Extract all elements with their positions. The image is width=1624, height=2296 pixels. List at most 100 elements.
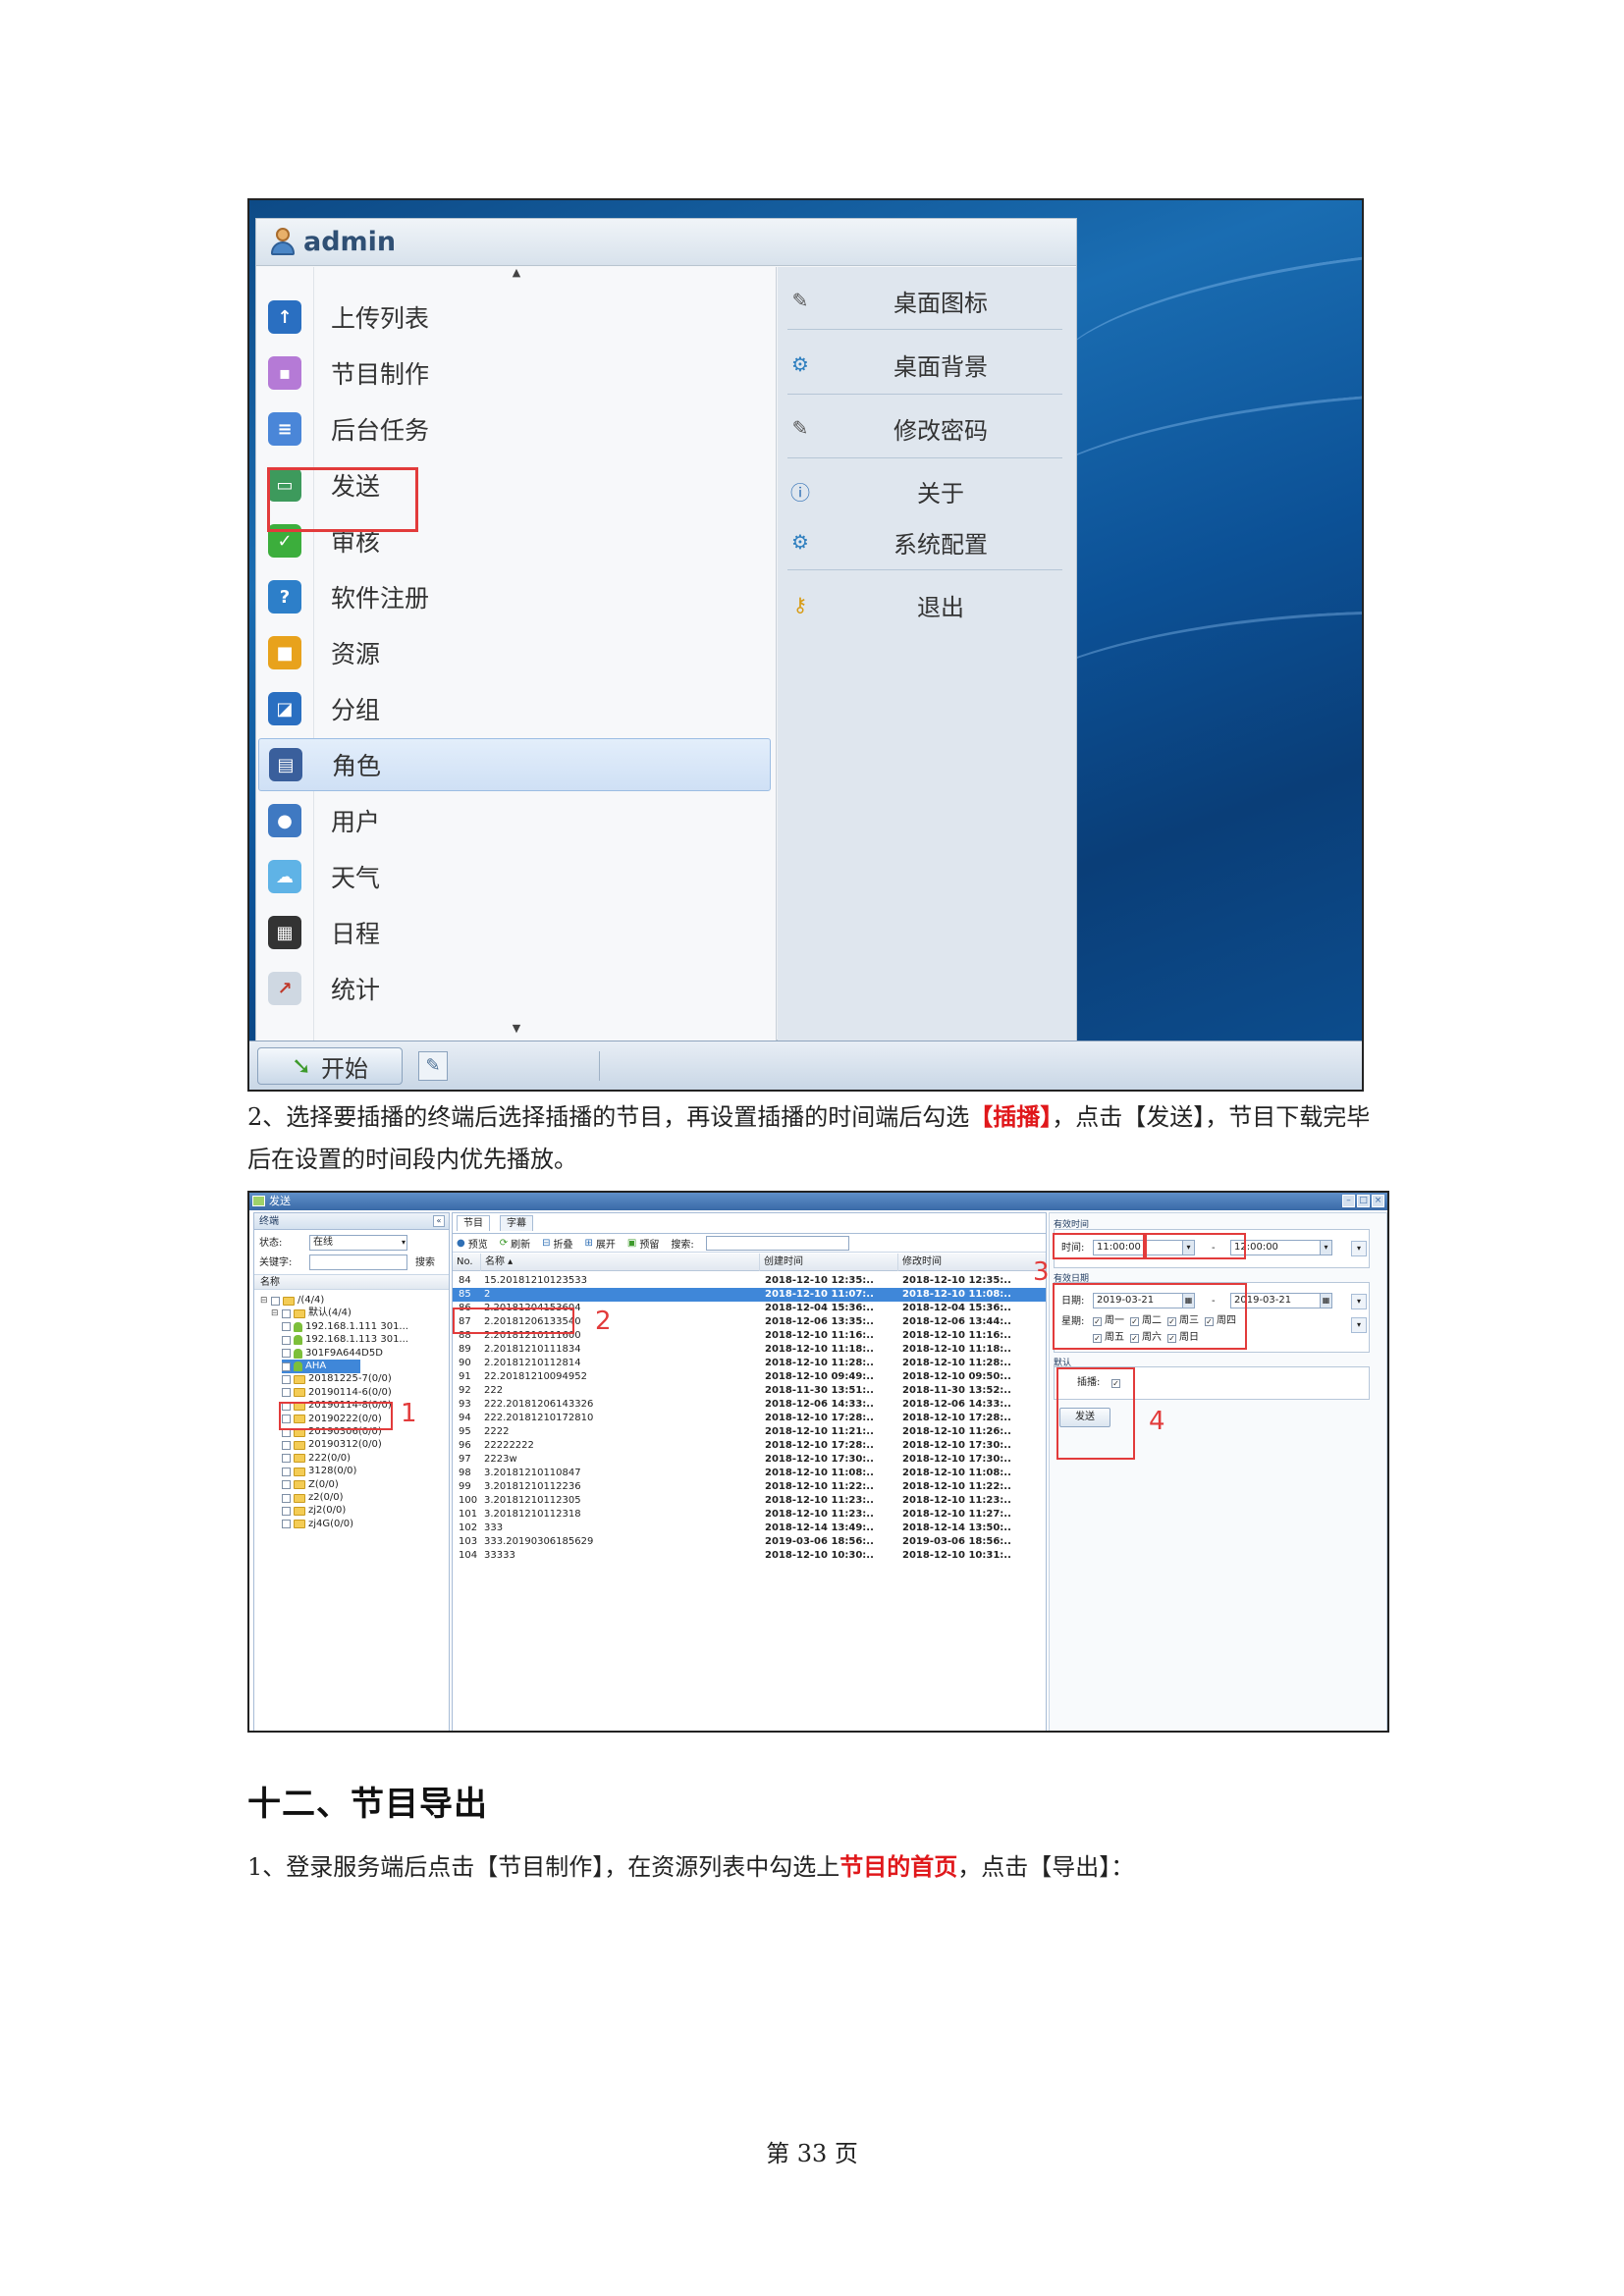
program-row[interactable]: 91 22.20181210094952 2018-12-10 09:49:.. 20… [453, 1370, 1046, 1384]
folder-icon [294, 1308, 305, 1318]
program-row[interactable]: 101 3.20181210112318 2018-12-10 11:23:.. 20… [453, 1508, 1046, 1522]
col-name[interactable]: 名称 ▴ [480, 1254, 513, 1271]
refresh-button[interactable]: ⟳ 刷新 [500, 1236, 530, 1251]
col-modified[interactable]: 修改时间 [897, 1254, 942, 1271]
menu-item-register[interactable]: ? 软件注册 [258, 570, 771, 623]
start-button[interactable]: ➘ 开始 [257, 1047, 403, 1085]
maximize-icon[interactable]: □ [1357, 1195, 1370, 1207]
program-row[interactable]: 94 222.20181210172810 2018-12-10 17:28:.. 2… [453, 1412, 1046, 1425]
expand-button[interactable]: ⊞ 展开 [585, 1236, 616, 1251]
col-created[interactable]: 创建时间 [759, 1254, 803, 1271]
tree-group-node[interactable]: z2(0/0) [271, 1491, 344, 1505]
program-row[interactable]: 95 2222 2018-12-10 11:21:.. 2018-12-10 11:2… [453, 1425, 1046, 1439]
tree-checkbox[interactable] [282, 1454, 291, 1464]
collapse-icon[interactable]: « [433, 1215, 445, 1227]
scroll-up-button[interactable]: ▲ [482, 267, 551, 279]
menu-item-schedule[interactable]: ▦ 日程 [258, 906, 771, 959]
program-row[interactable]: 100 3.20181210112305 2018-12-10 11:23:.. 20… [453, 1494, 1046, 1508]
program-row[interactable]: 98 3.20181210110847 2018-12-10 11:08:.. 201… [453, 1467, 1046, 1480]
tree-checkbox[interactable] [282, 1349, 291, 1359]
minimize-icon[interactable]: – [1342, 1195, 1355, 1207]
right-menu-item-2[interactable]: ✎ 修改密码 [785, 400, 1066, 455]
weather-icon: ☁ [268, 860, 301, 893]
menu-item-user[interactable]: ● 用户 [258, 794, 771, 847]
tree-group-node[interactable]: Z(0/0) [271, 1478, 339, 1492]
right-menu-item-3[interactable]: ⓘ 关于 [785, 463, 1066, 518]
col-no[interactable]: No. [453, 1254, 473, 1271]
week-more-dropdown[interactable]: ▾ [1351, 1317, 1367, 1333]
menu-item-resource[interactable]: ■ 资源 [258, 626, 771, 679]
tree-group-node[interactable]: zj2(0/0) [271, 1504, 346, 1518]
tree-checkbox[interactable] [282, 1322, 291, 1332]
program-row[interactable]: 85 2 2018-12-10 11:07:.. 2018-12-10 11:08:.… [453, 1288, 1046, 1302]
program-row[interactable]: 89 2.20181210111834 2018-12-10 11:18:.. 201… [453, 1343, 1046, 1357]
tree-checkbox[interactable] [282, 1335, 291, 1345]
program-row[interactable]: 92 222 2018-11-30 13:51:.. 2018-11-30 13:52… [453, 1384, 1046, 1398]
program-row[interactable]: 84 15.20181210123533 2018-12-10 12:35:.. 20… [453, 1274, 1046, 1288]
program-row[interactable]: 99 3.20181210112236 2018-12-10 11:22:.. 201… [453, 1480, 1046, 1494]
right-menu-item-0[interactable]: ✎ 桌面图标 [785, 273, 1066, 328]
tree-terminal-node[interactable]: ✓ AHA [282, 1360, 360, 1373]
tree-node-label: 192.168.1.111 301... [305, 1320, 408, 1332]
collapse-button[interactable]: ⊟ 折叠 [542, 1236, 572, 1251]
tree-checkbox[interactable] [282, 1506, 291, 1516]
tree-group-node[interactable]: 20190114-6(0/0) [271, 1386, 392, 1400]
tab-programs[interactable]: 节目 [457, 1215, 490, 1231]
tree-checkbox[interactable] [282, 1388, 291, 1398]
right-menu-label: 退出 [917, 593, 964, 621]
program-row[interactable]: 90 2.20181210112814 2018-12-10 11:28:.. 201… [453, 1357, 1046, 1370]
tree-checkbox[interactable] [282, 1308, 291, 1318]
tree-checkbox[interactable] [282, 1520, 291, 1529]
tree-terminal-node[interactable]: 301F9A644D5D [282, 1347, 383, 1361]
tree-checkbox[interactable] [282, 1440, 291, 1450]
right-menu-item-5[interactable]: ⚷ 退出 [785, 577, 1066, 632]
tree-node-label: 20181225-7(0/0) [308, 1373, 392, 1385]
keyword-input[interactable] [309, 1255, 407, 1270]
tree-checkbox[interactable] [282, 1467, 291, 1476]
program-row[interactable]: 96 22222222 2018-12-10 17:28:.. 2018-12-10 … [453, 1439, 1046, 1453]
tree-terminal-node[interactable]: 192.168.1.113 301... [282, 1333, 408, 1347]
tree-checkbox[interactable] [271, 1296, 280, 1306]
tree-checkbox[interactable] [282, 1493, 291, 1503]
program-row[interactable]: 97 2223w 2018-12-10 17:30:.. 2018-12-10 17:… [453, 1453, 1046, 1467]
quick-edit-icon[interactable]: ✎ [418, 1051, 448, 1081]
menu-item-program-make[interactable]: ▪ 节目制作 [258, 347, 771, 400]
time-more-dropdown[interactable]: ▾ [1351, 1241, 1367, 1256]
terminal-search-button[interactable]: 搜索 [415, 1256, 435, 1270]
scroll-down-button[interactable]: ▼ [482, 1023, 551, 1035]
tree-group-node[interactable]: 3128(0/0) [271, 1465, 356, 1478]
program-row[interactable]: 93 222.20181206143326 2018-12-06 14:33:.. 2… [453, 1398, 1046, 1412]
tree-checkbox[interactable]: ✓ [282, 1362, 291, 1371]
annotation-number-2: 2 [595, 1307, 612, 1336]
tree-group-node[interactable]: ⊟ 默认(4/4) [271, 1307, 352, 1320]
tree-terminal-node[interactable]: 192.168.1.111 301... [282, 1320, 408, 1334]
tree-group-node[interactable]: ⊟/(4/4) [260, 1294, 324, 1308]
status-select[interactable]: 在线 ▾ [309, 1235, 407, 1251]
menu-right-pane: ✎ 桌面图标 ⚙ 桌面背景 ✎ 修改密码 ⓘ 关于 ⚙ 系统配置 ⚷ 退出 [778, 267, 1076, 1041]
tree-checkbox[interactable] [282, 1374, 291, 1384]
close-icon[interactable]: × [1372, 1195, 1384, 1207]
menu-item-upload[interactable]: ↑ 上传列表 [258, 291, 771, 344]
menu-item-task[interactable]: ≡ 后台任务 [258, 402, 771, 455]
program-row[interactable]: 102 333 2018-12-14 13:49:.. 2018-12-14 13:5… [453, 1522, 1046, 1535]
date-more-dropdown[interactable]: ▾ [1351, 1294, 1367, 1309]
menu-item-label: 日程 [331, 920, 381, 948]
preview-button[interactable]: ● 预览 [457, 1236, 488, 1251]
right-menu-item-4[interactable]: ⚙ 系统配置 [785, 514, 1066, 569]
program-cell-created: 2018-12-10 17:30:.. [765, 1454, 874, 1465]
program-search-input[interactable] [705, 1235, 849, 1251]
tree-group-node[interactable]: zj4G(0/0) [271, 1518, 353, 1531]
tree-group-node[interactable]: 20190312(0/0) [271, 1438, 382, 1452]
menu-item-group[interactable]: ◪ 分组 [258, 682, 771, 735]
reserve-button[interactable]: ▣ 预留 [627, 1236, 659, 1251]
tree-group-node[interactable]: 222(0/0) [271, 1452, 351, 1466]
tree-group-node[interactable]: 20181225-7(0/0) [271, 1372, 392, 1386]
program-row[interactable]: 104 33333 2018-12-10 10:30:.. 2018-12-10 10… [453, 1549, 1046, 1563]
right-menu-item-1[interactable]: ⚙ 桌面背景 [785, 337, 1066, 392]
program-row[interactable]: 103 333.20190306185629 2019-03-06 18:56:..… [453, 1535, 1046, 1549]
menu-item-role[interactable]: ▤ 角色 [258, 738, 771, 791]
menu-item-stats[interactable]: ↗ 统计 [258, 962, 771, 1015]
tree-checkbox[interactable] [282, 1480, 291, 1490]
menu-item-weather[interactable]: ☁ 天气 [258, 850, 771, 903]
tab-subtitles[interactable]: 字幕 [500, 1215, 533, 1231]
